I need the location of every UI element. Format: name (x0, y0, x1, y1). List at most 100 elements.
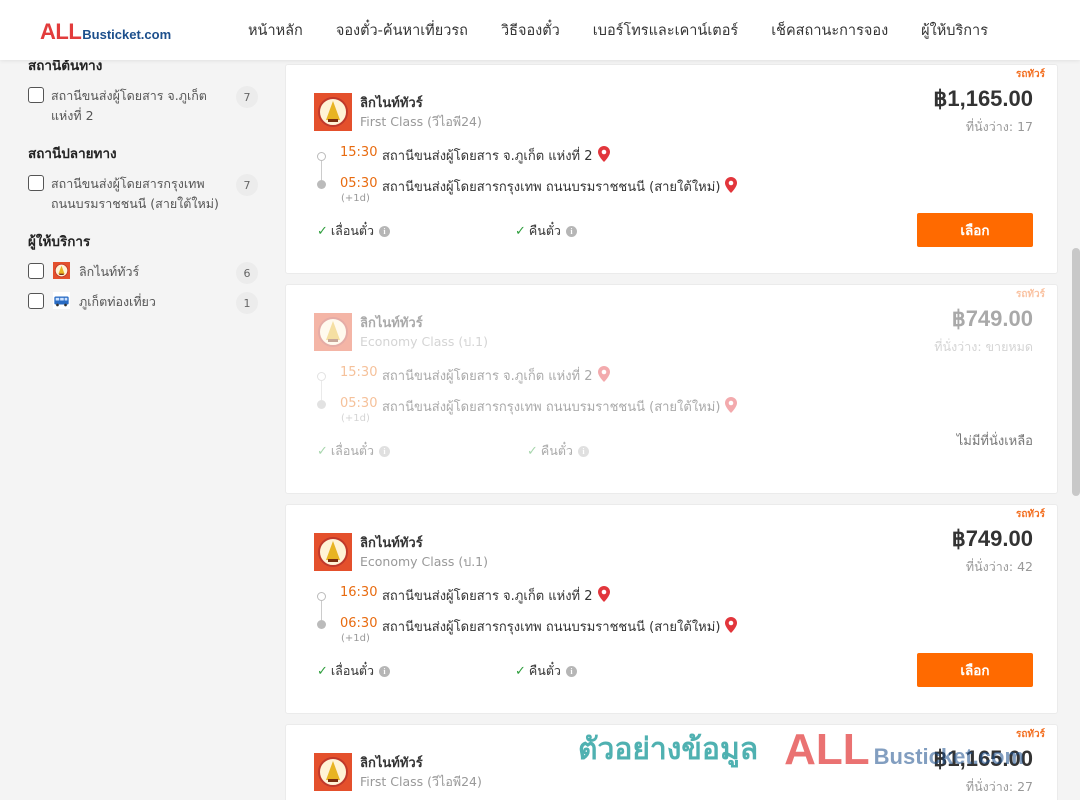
origin-filter-item[interactable]: สถานีขนส่งผู้โดยสาร จ.ภูเก็ต แห่งที่ 2 7 (28, 86, 258, 126)
arrival-station-row: สถานีขนส่งผู้โดยสารกรุงเทพ ถนนบรมราชชนนี… (382, 176, 738, 197)
seats-available: ที่นั่งว่าง: ขายหมด (934, 339, 1033, 354)
timeline-line (321, 381, 322, 400)
info-icon[interactable]: i (379, 665, 391, 677)
check-icon: ✓ (317, 663, 328, 679)
origin-checkbox[interactable] (28, 87, 44, 103)
nav-check-booking[interactable]: เช็คสถานะการจอง (771, 19, 888, 42)
timeline-line (321, 601, 322, 620)
nav-contact-counters[interactable]: เบอร์โทรและเคาน์เตอร์ (593, 19, 738, 42)
logo-all-text: ALL (40, 19, 82, 44)
select-trip-button[interactable]: เลือก (917, 653, 1033, 687)
map-pin-icon[interactable] (725, 177, 738, 193)
map-pin-icon[interactable] (725, 617, 738, 633)
postpone-policy: ✓ เลื่อนตั๋ว i (317, 661, 391, 681)
operator-filter-count: 1 (236, 292, 258, 314)
info-icon[interactable]: i (565, 225, 577, 237)
ticket-price: ฿1,165.00 (933, 86, 1033, 111)
postpone-label: เลื่อนตั๋ว (330, 443, 375, 458)
page-scrollbar[interactable] (1072, 248, 1080, 496)
departure-station-row: สถานีขนส่งผู้โดยสาร จ.ภูเก็ต แห่งที่ 2 (382, 145, 610, 166)
map-pin-icon[interactable] (597, 146, 610, 162)
refund-label: คืนตั๋ว (528, 663, 561, 678)
check-icon: ✓ (317, 223, 328, 239)
site-logo[interactable]: ALL Busticket.com (40, 19, 171, 45)
check-icon: ✓ (515, 663, 526, 679)
bus-class: Economy Class (ป.1) (360, 334, 489, 349)
arrival-station-row: สถานีขนส่งผู้โดยสารกรุงเทพ ถนนบรมราชชนนี… (382, 396, 738, 417)
nav-book-search[interactable]: จองตั๋ว-ค้นหาเที่ยวรถ (336, 19, 468, 42)
operator-filter-heading: ผู้ให้บริการ (28, 234, 91, 250)
refund-label: คืนตั๋ว (540, 443, 573, 458)
bus-class: First Class (วีไอพี24) (360, 114, 482, 129)
operator-name: ลิกไนท์ทัวร์ (360, 96, 423, 111)
destination-filter-label: สถานีขนส่งผู้โดยสารกรุงเทพ ถนนบรมราชชนนี… (51, 176, 219, 211)
info-icon[interactable]: i (565, 665, 577, 677)
arrival-station: สถานีขนส่งผู้โดยสารกรุงเทพ ถนนบรมราชชนนี… (382, 620, 721, 635)
departure-dot (317, 152, 326, 161)
operator-name: ลิกไนท์ทัวร์ (360, 536, 423, 551)
refund-policy: ✓ คืนตั๋ว i (515, 661, 577, 681)
departure-station-row: สถานีขนส่งผู้โดยสาร จ.ภูเก็ต แห่งที่ 2 (382, 585, 610, 606)
operator-filter-item[interactable]: ภูเก็ตท่องเที่ยว 1 (28, 292, 258, 314)
filter-sidebar: สถานีต้นทาง สถานีขนส่งผู้โดยสาร จ.ภูเก็ต… (28, 48, 258, 314)
bus-class: Economy Class (ป.1) (360, 554, 489, 569)
trip-card-sold-out: รถทัวร์ ลิกไนท์ทัวร์ Economy Class (ป.1)… (285, 284, 1058, 494)
refund-policy: ✓ คืนตั๋ว i (515, 221, 577, 241)
check-icon: ✓ (527, 443, 538, 459)
map-pin-icon (725, 397, 738, 413)
postpone-policy: ✓ เลื่อนตั๋ว i (317, 441, 391, 461)
bus-class: First Class (วีไอพี24) (360, 774, 482, 789)
bus-type-tag: รถทัวร์ (1015, 509, 1045, 520)
arrival-time: 06:30 (340, 616, 378, 631)
trip-card: รถทัวร์ ลิกไนท์ทัวร์ Economy Class (ป.1)… (285, 504, 1058, 714)
destination-checkbox[interactable] (28, 175, 44, 191)
postpone-policy: ✓ เลื่อนตั๋ว i (317, 221, 391, 241)
operator-logo-icon (314, 533, 352, 571)
operator-filter-item[interactable]: ลิกไนท์ทัวร์ 6 (28, 262, 258, 284)
nav-how-to-book[interactable]: วิธีจองตั๋ว (501, 19, 560, 42)
departure-station: สถานีขนส่งผู้โดยสาร จ.ภูเก็ต แห่งที่ 2 (382, 369, 593, 384)
operator-name: ลิกไนท์ทัวร์ (360, 756, 423, 771)
arrival-dot (317, 180, 326, 189)
trip-card: รถทัวร์ ลิกไนท์ทัวร์ First Class (วีไอพี… (285, 724, 1058, 800)
postpone-label: เลื่อนตั๋ว (330, 223, 375, 238)
refund-policy: ✓ คืนตั๋ว i (527, 441, 589, 461)
departure-station-row: สถานีขนส่งผู้โดยสาร จ.ภูเก็ต แห่งที่ 2 (382, 365, 610, 386)
departure-station: สถานีขนส่งผู้โดยสาร จ.ภูเก็ต แห่งที่ 2 (382, 149, 593, 164)
info-icon[interactable]: i (379, 225, 391, 237)
map-pin-icon (597, 366, 610, 382)
next-day-indicator: (+1d) (341, 633, 370, 644)
departure-time: 15:30 (340, 145, 378, 160)
site-header: ALL Busticket.com หน้าหลัก จองตั๋ว-ค้นหา… (0, 0, 1080, 60)
destination-filter-heading: สถานีปลายทาง (28, 146, 117, 162)
arrival-dot (317, 400, 326, 409)
map-pin-icon[interactable] (597, 586, 610, 602)
departure-time: 15:30 (340, 365, 378, 380)
operator-checkbox-lignite[interactable] (28, 263, 44, 279)
arrival-time: 05:30 (340, 176, 378, 191)
seats-available: ที่นั่งว่าง: 27 (965, 779, 1033, 794)
bus-type-tag: รถทัวร์ (1015, 729, 1045, 740)
departure-dot (317, 592, 326, 601)
select-trip-button[interactable]: เลือก (917, 213, 1033, 247)
nav-operators[interactable]: ผู้ให้บริการ (921, 19, 988, 42)
departure-station: สถานีขนส่งผู้โดยสาร จ.ภูเก็ต แห่งที่ 2 (382, 589, 593, 604)
info-icon: i (379, 445, 391, 457)
next-day-indicator: (+1d) (341, 413, 370, 424)
arrival-dot (317, 620, 326, 629)
ticket-price: ฿749.00 (951, 306, 1033, 331)
operator-logo-icon (314, 93, 352, 131)
bus-type-tag: รถทัวร์ (1015, 69, 1045, 80)
operator-checkbox-phuket[interactable] (28, 293, 44, 309)
check-icon: ✓ (515, 223, 526, 239)
operator-filter-label: ภูเก็ตท่องเที่ยว (79, 294, 156, 309)
lignite-tour-logo-icon (53, 262, 70, 279)
info-icon: i (577, 445, 589, 457)
destination-filter-count: 7 (236, 174, 258, 196)
postpone-label: เลื่อนตั๋ว (330, 663, 375, 678)
ticket-price: ฿749.00 (951, 526, 1033, 551)
nav-home[interactable]: หน้าหลัก (248, 19, 303, 42)
origin-filter-label: สถานีขนส่งผู้โดยสาร จ.ภูเก็ต แห่งที่ 2 (51, 88, 207, 123)
destination-filter-item[interactable]: สถานีขนส่งผู้โดยสารกรุงเทพ ถนนบรมราชชนนี… (28, 174, 258, 214)
arrival-station: สถานีขนส่งผู้โดยสารกรุงเทพ ถนนบรมราชชนนี… (382, 180, 721, 195)
